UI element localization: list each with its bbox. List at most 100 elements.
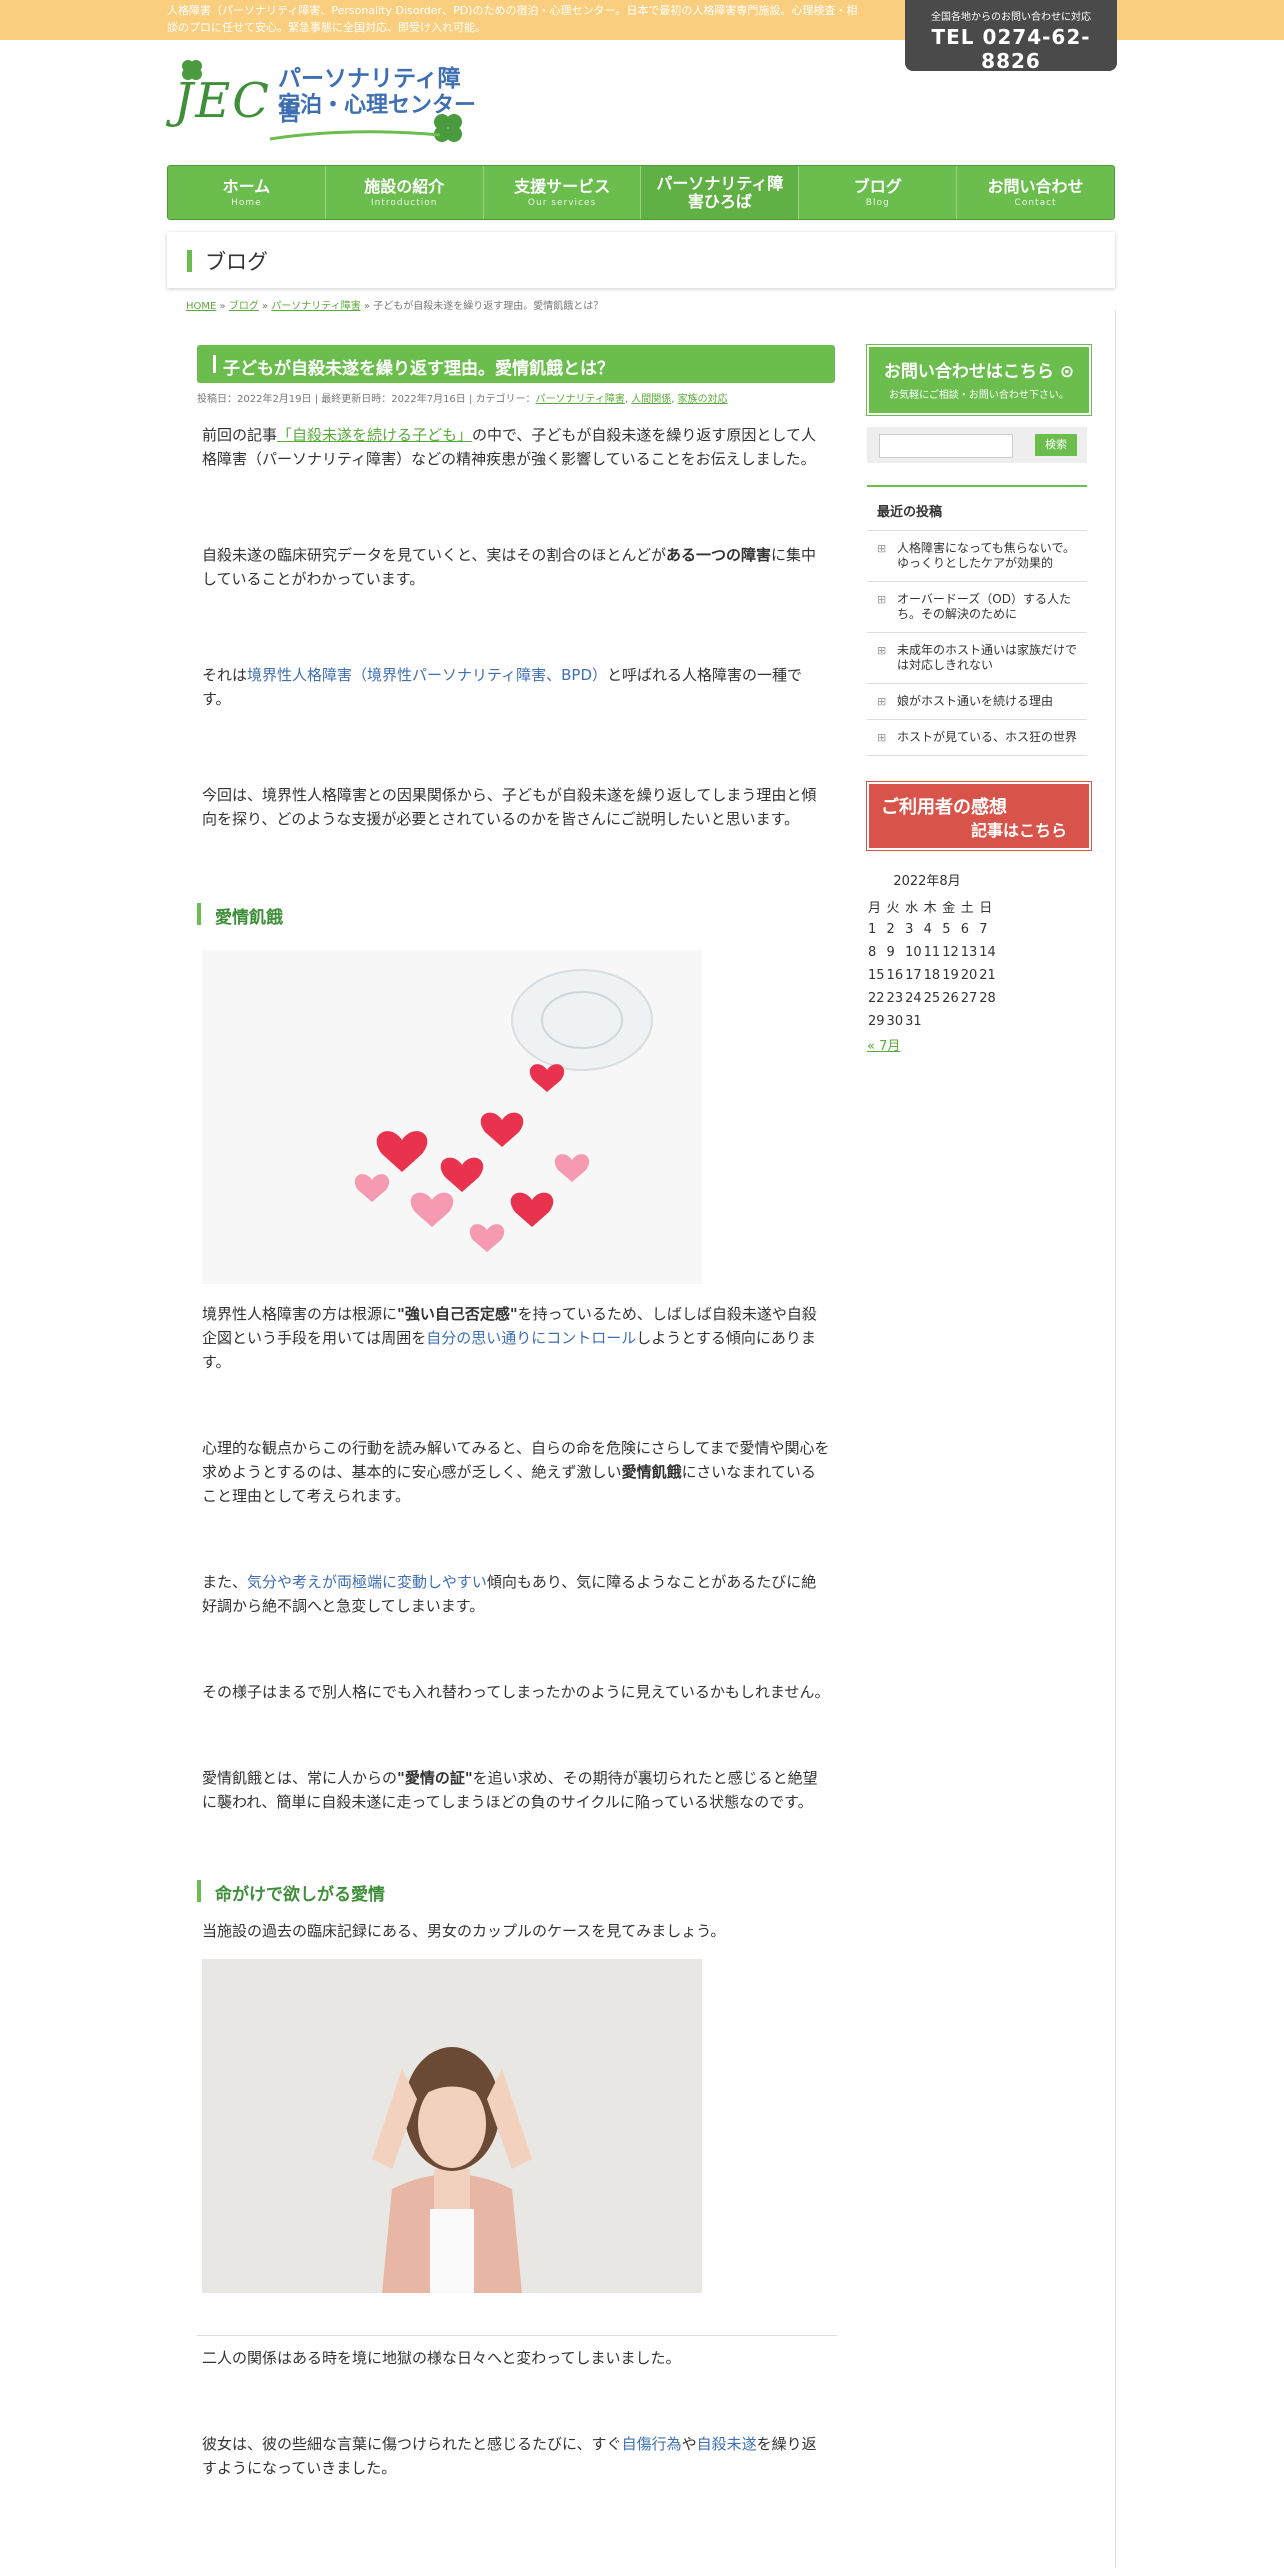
text: や bbox=[681, 2435, 697, 2453]
phone-number[interactable]: TEL 0274-62-8826 bbox=[905, 25, 1117, 73]
calendar-day: 11 bbox=[923, 945, 941, 960]
calendar-day: 6 bbox=[960, 922, 970, 937]
nav-sublabel: Blog bbox=[865, 197, 890, 208]
suicide-attempt-link[interactable]: 自殺未遂 bbox=[697, 2435, 757, 2453]
text: また、 bbox=[202, 1573, 248, 1591]
site-tagline: 人格障害（パーソナリティ障害、Personality Disorder、PD)の… bbox=[167, 4, 858, 34]
calendar-week: 15 16 17 18 19 20 21 bbox=[867, 964, 997, 987]
nav-label: パーソナリティ障害ひろば bbox=[656, 173, 784, 211]
heart-candy-image bbox=[202, 950, 702, 1284]
contact-banner[interactable]: お問い合わせはこちら ⊙ お気軽にご相談・お問い合わせ下さい。 bbox=[867, 345, 1091, 415]
phone-note: 全国各地からのお問い合わせに対応 bbox=[931, 12, 1091, 23]
recent-post-link[interactable]: 未成年のホスト通いは家族だけでは対応しきれない bbox=[867, 632, 1087, 683]
paragraph: 境界性人格障害の方は根源に"強い自己否定感"を持っているため、しばしば自殺未遂や… bbox=[202, 1302, 830, 1374]
nav-services[interactable]: 支援サービス Our services bbox=[484, 166, 642, 219]
bpd-link[interactable]: 境界性人格障害（境界性パーソナリティ障害、BPD） bbox=[247, 666, 607, 684]
calendar-day: 25 bbox=[923, 991, 941, 1006]
article: 子どもが自殺未遂を繰り返す理由。愛情飢餓とは？ 投稿日：2022年2月19日 |… bbox=[197, 345, 837, 2480]
text: 前回の記事 bbox=[202, 426, 278, 444]
recent-post-link[interactable]: ホストが見ている、ホス狂の世界 bbox=[867, 719, 1087, 756]
search-button[interactable]: 検索 bbox=[1035, 434, 1077, 456]
business-hours: 受付時間 9:00 - 20:00 [年中無休] bbox=[921, 76, 1101, 89]
paragraph: また、気分や考えが両極端に変動しやすい傾向もあり、気に障るようなことがあるたびに… bbox=[202, 1570, 830, 1618]
logo-swoosh bbox=[270, 130, 440, 141]
nav-contact[interactable]: お問い合わせ Contact bbox=[957, 166, 1114, 219]
weekday: 金 bbox=[942, 901, 956, 916]
calendar-day: 31 bbox=[905, 1014, 922, 1029]
recent-post-link[interactable]: 娘がホスト通いを続ける理由 bbox=[867, 683, 1087, 719]
paragraph: 今回は、境界性人格障害との因果関係から、子どもが自殺未遂を繰り返してしまう理由と… bbox=[202, 786, 817, 828]
self-harm-link[interactable]: 自傷行為 bbox=[622, 2435, 682, 2453]
calendar-day bbox=[923, 1010, 942, 1033]
section-heading: 命がけで欲しがる愛情 bbox=[197, 1880, 837, 1905]
calendar-day: 7 bbox=[979, 922, 988, 937]
calendar-prev-month-link[interactable]: « 7月 bbox=[867, 1035, 1087, 1054]
calendar-weekday-row: 月 火 水 木 金 土 日 bbox=[867, 895, 997, 918]
bold-text: "強い自己否定感" bbox=[397, 1305, 518, 1323]
category-link[interactable]: 家族の対応 bbox=[678, 394, 728, 405]
recent-posts-heading: 最近の投稿 bbox=[867, 485, 1087, 530]
calendar-day: 18 bbox=[923, 968, 941, 983]
text: 彼女は、彼の些細な言葉に傷つけられたと感じるたびに、すぐ bbox=[202, 2435, 622, 2453]
text: 愛情飢餓とは、常に人からの bbox=[202, 1769, 398, 1787]
phone-box[interactable]: 全国各地からのお問い合わせに対応 TEL 0274-62-8826 受付時間 9… bbox=[905, 0, 1117, 89]
post-title: 子どもが自殺未遂を繰り返す理由。愛情飢餓とは？ bbox=[223, 359, 614, 379]
calendar-day: 17 bbox=[905, 968, 922, 983]
calendar-day: 2 bbox=[886, 922, 895, 937]
calendar-day: 24 bbox=[905, 991, 922, 1006]
calendar-day: 3 bbox=[905, 922, 914, 937]
breadcrumb-blog[interactable]: ブログ bbox=[229, 301, 259, 312]
recent-post-link[interactable]: オーバードーズ（OD）する人たち。その解決のために bbox=[867, 581, 1087, 632]
main-nav: ホーム Home 施設の紹介 Introduction 支援サービス Our s… bbox=[167, 165, 1115, 220]
calendar-day: 8 bbox=[868, 945, 877, 960]
calendar-day: 1 bbox=[868, 922, 877, 937]
page-title-box: ブログ bbox=[167, 232, 1115, 288]
paragraph: 当施設の過去の臨床記録にある、男女のカップルのケースを見てみましょう。 bbox=[202, 1922, 726, 1940]
paragraph: 彼女は、彼の些細な言葉に傷つけられたと感じるたびに、すぐ自傷行為や自殺未遂を繰り… bbox=[202, 2432, 830, 2480]
arrow-circle-icon: ⊙ bbox=[1059, 362, 1075, 382]
nav-introduction[interactable]: 施設の紹介 Introduction bbox=[326, 166, 484, 219]
user-reviews-banner[interactable]: ご利用者の感想 記事はこちら bbox=[867, 782, 1091, 850]
mood-link[interactable]: 気分や考えが両極端に変動しやすい bbox=[247, 1573, 487, 1591]
breadcrumb-current: 子どもが自殺未遂を繰り返す理由。愛情飢餓とは？ bbox=[373, 301, 604, 312]
post-title-box: 子どもが自殺未遂を繰り返す理由。愛情飢餓とは？ bbox=[197, 345, 835, 383]
calendar-day: 23 bbox=[886, 991, 904, 1006]
weekday: 水 bbox=[905, 901, 919, 916]
text: 境界性人格障害の方は根源に bbox=[202, 1305, 398, 1323]
paragraph: 心理的な観点からこの行動を読み解いてみると、自らの命を危険にさらしてまで愛情や関… bbox=[202, 1436, 830, 1508]
title-accent-bar bbox=[187, 250, 192, 272]
nav-home[interactable]: ホーム Home bbox=[168, 166, 326, 219]
bold-text: "愛情の証" bbox=[397, 1769, 473, 1787]
calendar-day: 20 bbox=[960, 968, 978, 983]
calendar-day: 10 bbox=[905, 945, 922, 960]
post-dates: 投稿日：2022年2月19日 | 最終更新日時：2022年7月16日 | カテゴ… bbox=[197, 394, 536, 405]
bold-text: ある一つの障害 bbox=[665, 546, 771, 564]
nav-blog[interactable]: ブログ Blog bbox=[799, 166, 958, 219]
paragraph: 自殺未遂の臨床研究データを見ていくと、実はその割合のほとんどがある一つの障害に集… bbox=[202, 543, 830, 591]
woman-illustration bbox=[202, 1959, 702, 2293]
nav-pd-plaza[interactable]: パーソナリティ障害ひろば bbox=[641, 166, 800, 219]
site-logo[interactable]: JEC パーソナリティ障害 宿泊・心理センター bbox=[170, 55, 480, 150]
calendar-day: 16 bbox=[886, 968, 904, 983]
sidebar: お問い合わせはこちら ⊙ お気軽にご相談・お問い合わせ下さい。 検索 最近の投稿… bbox=[867, 345, 1091, 1054]
nav-sublabel: Introduction bbox=[370, 197, 438, 208]
calendar-day: 22 bbox=[868, 991, 885, 1006]
recent-post-link[interactable]: 人格障害になっても焦らないで。ゆっくりとしたケアが効果的 bbox=[867, 530, 1087, 581]
category-link[interactable]: 人間関係 bbox=[631, 394, 671, 405]
contact-banner-title: お問い合わせはこちら ⊙ bbox=[869, 347, 1089, 382]
breadcrumb-category[interactable]: パーソナリティ障害 bbox=[271, 301, 360, 312]
previous-article-link[interactable]: 「自殺未遂を続ける子ども」 bbox=[277, 426, 472, 444]
nav-sublabel: Our services bbox=[527, 197, 597, 208]
control-link[interactable]: 自分の思い通りにコントロール bbox=[426, 1329, 636, 1347]
calendar-caption: 2022年8月 bbox=[893, 874, 961, 889]
calendar-week: 1 2 3 4 5 6 7 bbox=[867, 918, 997, 941]
paragraph: 愛情飢餓とは、常に人からの"愛情の証"を追い求め、その期待が裏切られたと感じると… bbox=[202, 1766, 830, 1814]
text: それは bbox=[202, 666, 248, 684]
category-link[interactable]: パーソナリティ障害 bbox=[536, 394, 625, 405]
calendar-day: 15 bbox=[868, 968, 885, 983]
weekday: 日 bbox=[979, 901, 993, 916]
search-input[interactable] bbox=[879, 434, 1013, 458]
calendar-day: 29 bbox=[868, 1014, 885, 1029]
breadcrumb-home[interactable]: HOME bbox=[186, 301, 216, 312]
calendar-day bbox=[978, 1010, 997, 1033]
